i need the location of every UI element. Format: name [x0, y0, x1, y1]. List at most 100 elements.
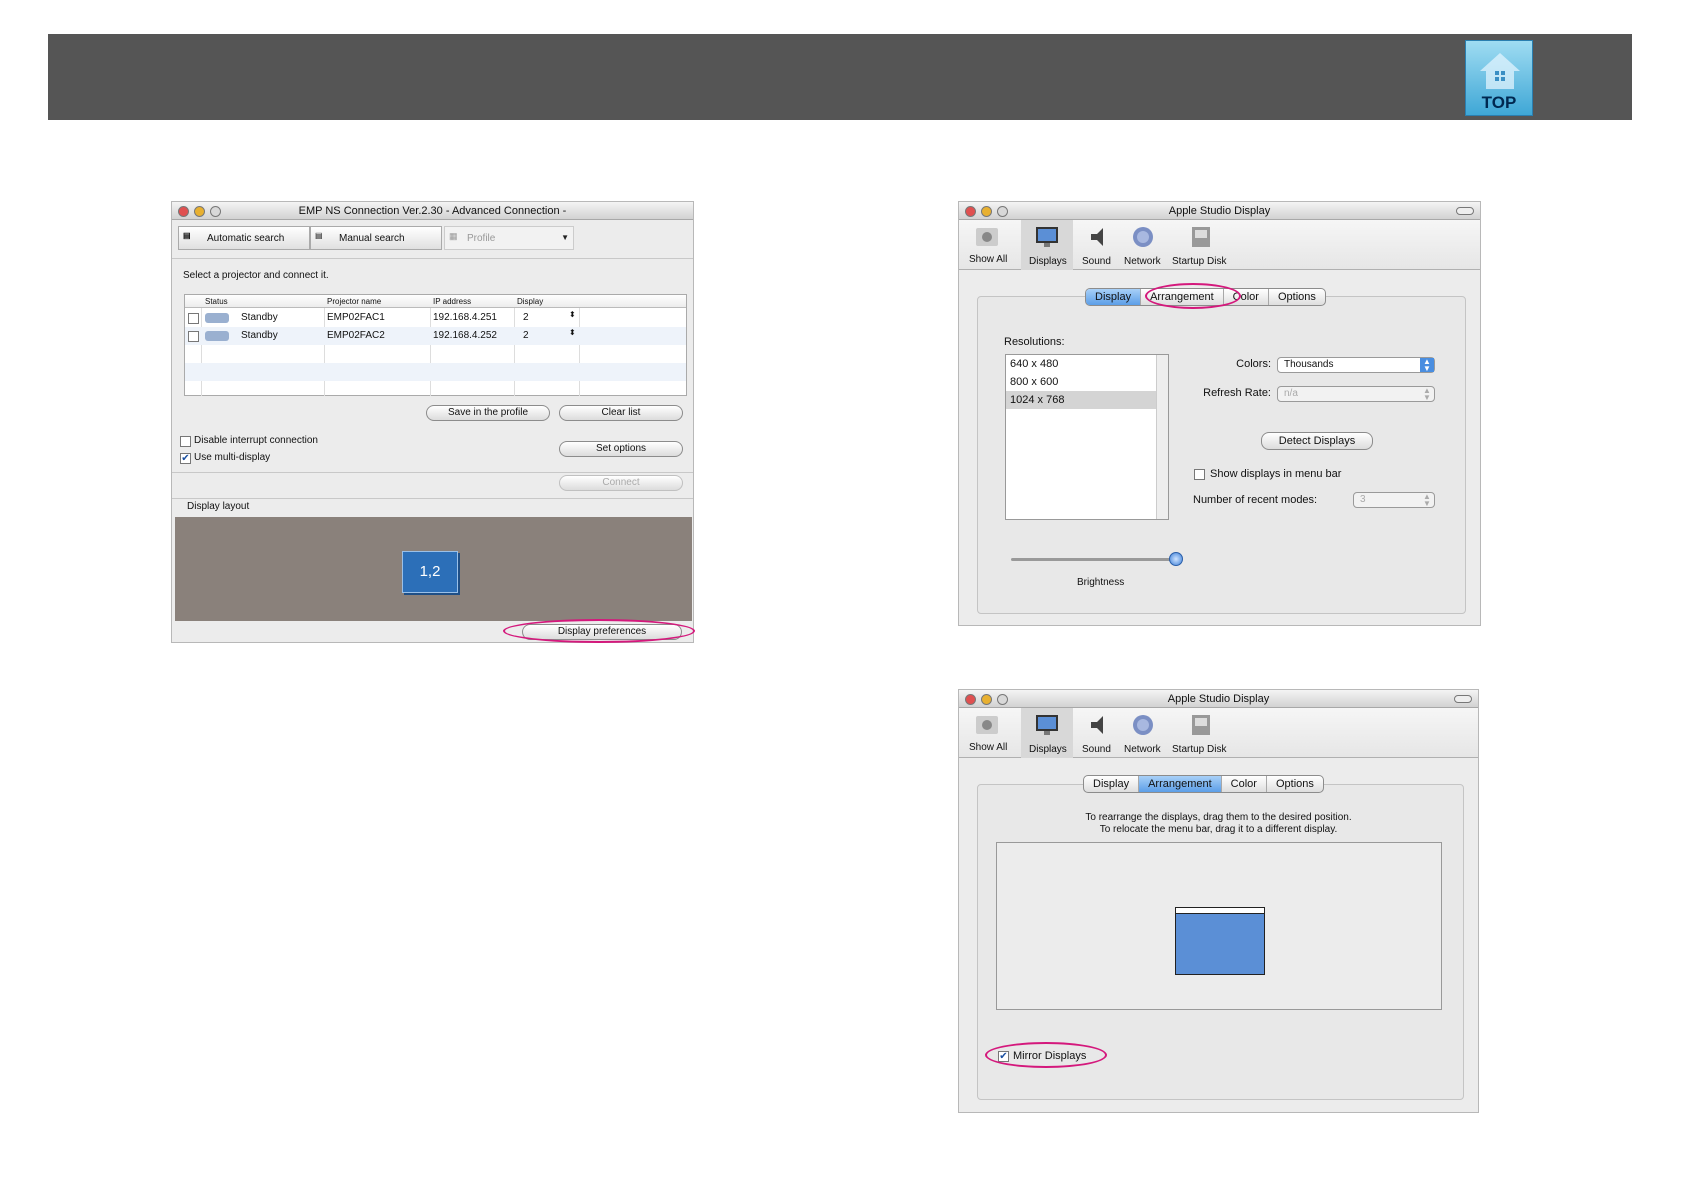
refresh-rate-select[interactable]: n/a ▲ ▼: [1277, 386, 1435, 402]
use-multi-display-label: Use multi-display: [194, 452, 271, 463]
minimize-icon[interactable]: [981, 694, 992, 705]
disable-interrupt-checkbox[interactable]: [180, 436, 191, 447]
close-icon[interactable]: [178, 206, 189, 217]
refresh-rate-value: n/a: [1284, 388, 1298, 399]
displays-icon[interactable]: [1035, 714, 1059, 736]
toolbar-displays[interactable]: Displays: [1029, 744, 1067, 755]
zoom-icon[interactable]: [210, 206, 221, 217]
tab-profile[interactable]: ▦ Profile ▼: [444, 226, 574, 250]
column-status[interactable]: Status: [205, 297, 228, 306]
minimize-icon[interactable]: [981, 206, 992, 217]
tab-display[interactable]: Display: [1084, 776, 1140, 792]
list-item[interactable]: 1024 x 768: [1006, 391, 1156, 409]
network-icon[interactable]: [1131, 226, 1155, 248]
set-options-button[interactable]: Set options: [559, 441, 683, 457]
column-ip-address[interactable]: IP address: [433, 297, 471, 306]
list-item[interactable]: 640 x 480: [1006, 355, 1156, 373]
resolutions-label: Resolutions:: [1004, 336, 1065, 348]
toolbar-startup-disk[interactable]: Startup Disk: [1172, 256, 1226, 267]
row-status: Standby: [241, 312, 278, 323]
colors-label: Colors:: [1236, 358, 1271, 370]
menu-bar[interactable]: [1176, 908, 1264, 914]
toolbar-startup-disk[interactable]: Startup Disk: [1172, 744, 1226, 755]
toolbar: Show All Displays Sound Network Startup …: [959, 708, 1478, 758]
toolbar-toggle-icon[interactable]: [1456, 207, 1474, 215]
asd-title: Apple Studio Display: [1168, 205, 1271, 217]
tab-arrangement[interactable]: Arrangement: [1139, 776, 1222, 792]
profile-icon: ▦: [449, 231, 458, 241]
use-multi-display-checkbox[interactable]: ✔: [180, 453, 191, 464]
apple-icon[interactable]: [975, 714, 999, 736]
asd-titlebar: Apple Studio Display: [959, 690, 1478, 708]
toolbar-toggle-icon[interactable]: [1454, 695, 1472, 703]
show-in-menu-bar-checkbox[interactable]: [1194, 469, 1205, 480]
projector-icon: [205, 313, 229, 323]
asd-display-window: Apple Studio Display Show All Displays S…: [958, 201, 1481, 626]
top-label: TOP: [1481, 93, 1517, 112]
asd-title: Apple Studio Display: [1167, 693, 1270, 705]
close-icon[interactable]: [965, 206, 976, 217]
row-checkbox[interactable]: [188, 313, 199, 324]
chevron-updown-icon: ▲ ▼: [1420, 358, 1434, 373]
colors-select[interactable]: Thousands ▲ ▼: [1277, 357, 1435, 373]
table-row[interactable]: Standby EMP02FAC1 192.168.4.251 2 ⬍: [185, 309, 686, 327]
display-thumbnail[interactable]: [1175, 907, 1265, 975]
display-layout-block[interactable]: 1,2: [402, 551, 458, 593]
column-projector-name[interactable]: Projector name: [327, 297, 381, 306]
toolbar-displays[interactable]: Displays: [1029, 256, 1067, 267]
clear-list-button[interactable]: Clear list: [559, 405, 683, 421]
projector-icon: [205, 331, 229, 341]
stepper-icon[interactable]: ⬍: [569, 310, 576, 319]
toolbar-sound[interactable]: Sound: [1082, 256, 1111, 267]
top-button[interactable]: TOP: [1465, 40, 1533, 116]
displays-icon[interactable]: [1035, 226, 1059, 248]
sound-icon[interactable]: [1087, 714, 1111, 736]
toolbar-network[interactable]: Network: [1124, 256, 1161, 267]
table-row[interactable]: Standby EMP02FAC2 192.168.4.252 2 ⬍: [185, 327, 686, 345]
row-ip: 192.168.4.252: [433, 330, 497, 341]
recent-modes-select[interactable]: 3 ▲ ▼: [1353, 492, 1435, 508]
network-icon[interactable]: [1131, 714, 1155, 736]
highlight-ellipse: [985, 1042, 1107, 1068]
connect-button[interactable]: Connect: [559, 475, 683, 491]
tab-automatic-search[interactable]: ▤ Automatic search: [178, 226, 310, 250]
row-display[interactable]: 2: [523, 330, 529, 341]
scrollbar[interactable]: [1156, 355, 1168, 519]
startup-disk-icon[interactable]: [1189, 714, 1213, 736]
toolbar-network[interactable]: Network: [1124, 744, 1161, 755]
tab-color[interactable]: Color: [1222, 776, 1267, 792]
tab-display[interactable]: Display: [1086, 289, 1142, 305]
detect-displays-button[interactable]: Detect Displays: [1261, 432, 1373, 450]
brightness-knob[interactable]: [1169, 552, 1183, 566]
projector-table: Status Projector name IP address Display…: [184, 294, 687, 396]
startup-disk-icon[interactable]: [1189, 226, 1213, 248]
tab-manual-search[interactable]: ▤ Manual search: [310, 226, 442, 250]
brightness-slider[interactable]: [1011, 552, 1183, 566]
tab-options[interactable]: Options: [1267, 776, 1323, 792]
display-layout-area: 1,2: [175, 517, 692, 621]
list-item[interactable]: 800 x 600: [1006, 373, 1156, 391]
resolutions-list[interactable]: 640 x 480 800 x 600 1024 x 768: [1005, 354, 1169, 520]
tab-options[interactable]: Options: [1269, 289, 1325, 305]
highlight-ellipse: [1145, 283, 1241, 309]
minimize-icon[interactable]: [194, 206, 205, 217]
toolbar-sound[interactable]: Sound: [1082, 744, 1111, 755]
zoom-icon[interactable]: [997, 206, 1008, 217]
column-display[interactable]: Display: [517, 297, 543, 306]
close-icon[interactable]: [965, 694, 976, 705]
save-profile-button[interactable]: Save in the profile: [426, 405, 550, 421]
row-display[interactable]: 2: [523, 312, 529, 323]
dropdown-arrow-icon: ▼: [561, 233, 569, 242]
stepper-icon[interactable]: ⬍: [569, 328, 576, 337]
sound-icon[interactable]: [1087, 226, 1111, 248]
apple-icon[interactable]: [975, 226, 999, 248]
row-name: EMP02FAC1: [327, 312, 385, 323]
toolbar-show-all[interactable]: Show All: [969, 742, 1007, 753]
row-name: EMP02FAC2: [327, 330, 385, 341]
arrangement-instruction-1: To rearrange the displays, drag them to …: [1085, 812, 1352, 823]
zoom-icon[interactable]: [997, 694, 1008, 705]
show-in-menu-bar-label: Show displays in menu bar: [1210, 468, 1342, 480]
toolbar-show-all[interactable]: Show All: [969, 254, 1007, 265]
row-checkbox[interactable]: [188, 331, 199, 342]
disable-interrupt-label: Disable interrupt connection: [194, 435, 318, 446]
